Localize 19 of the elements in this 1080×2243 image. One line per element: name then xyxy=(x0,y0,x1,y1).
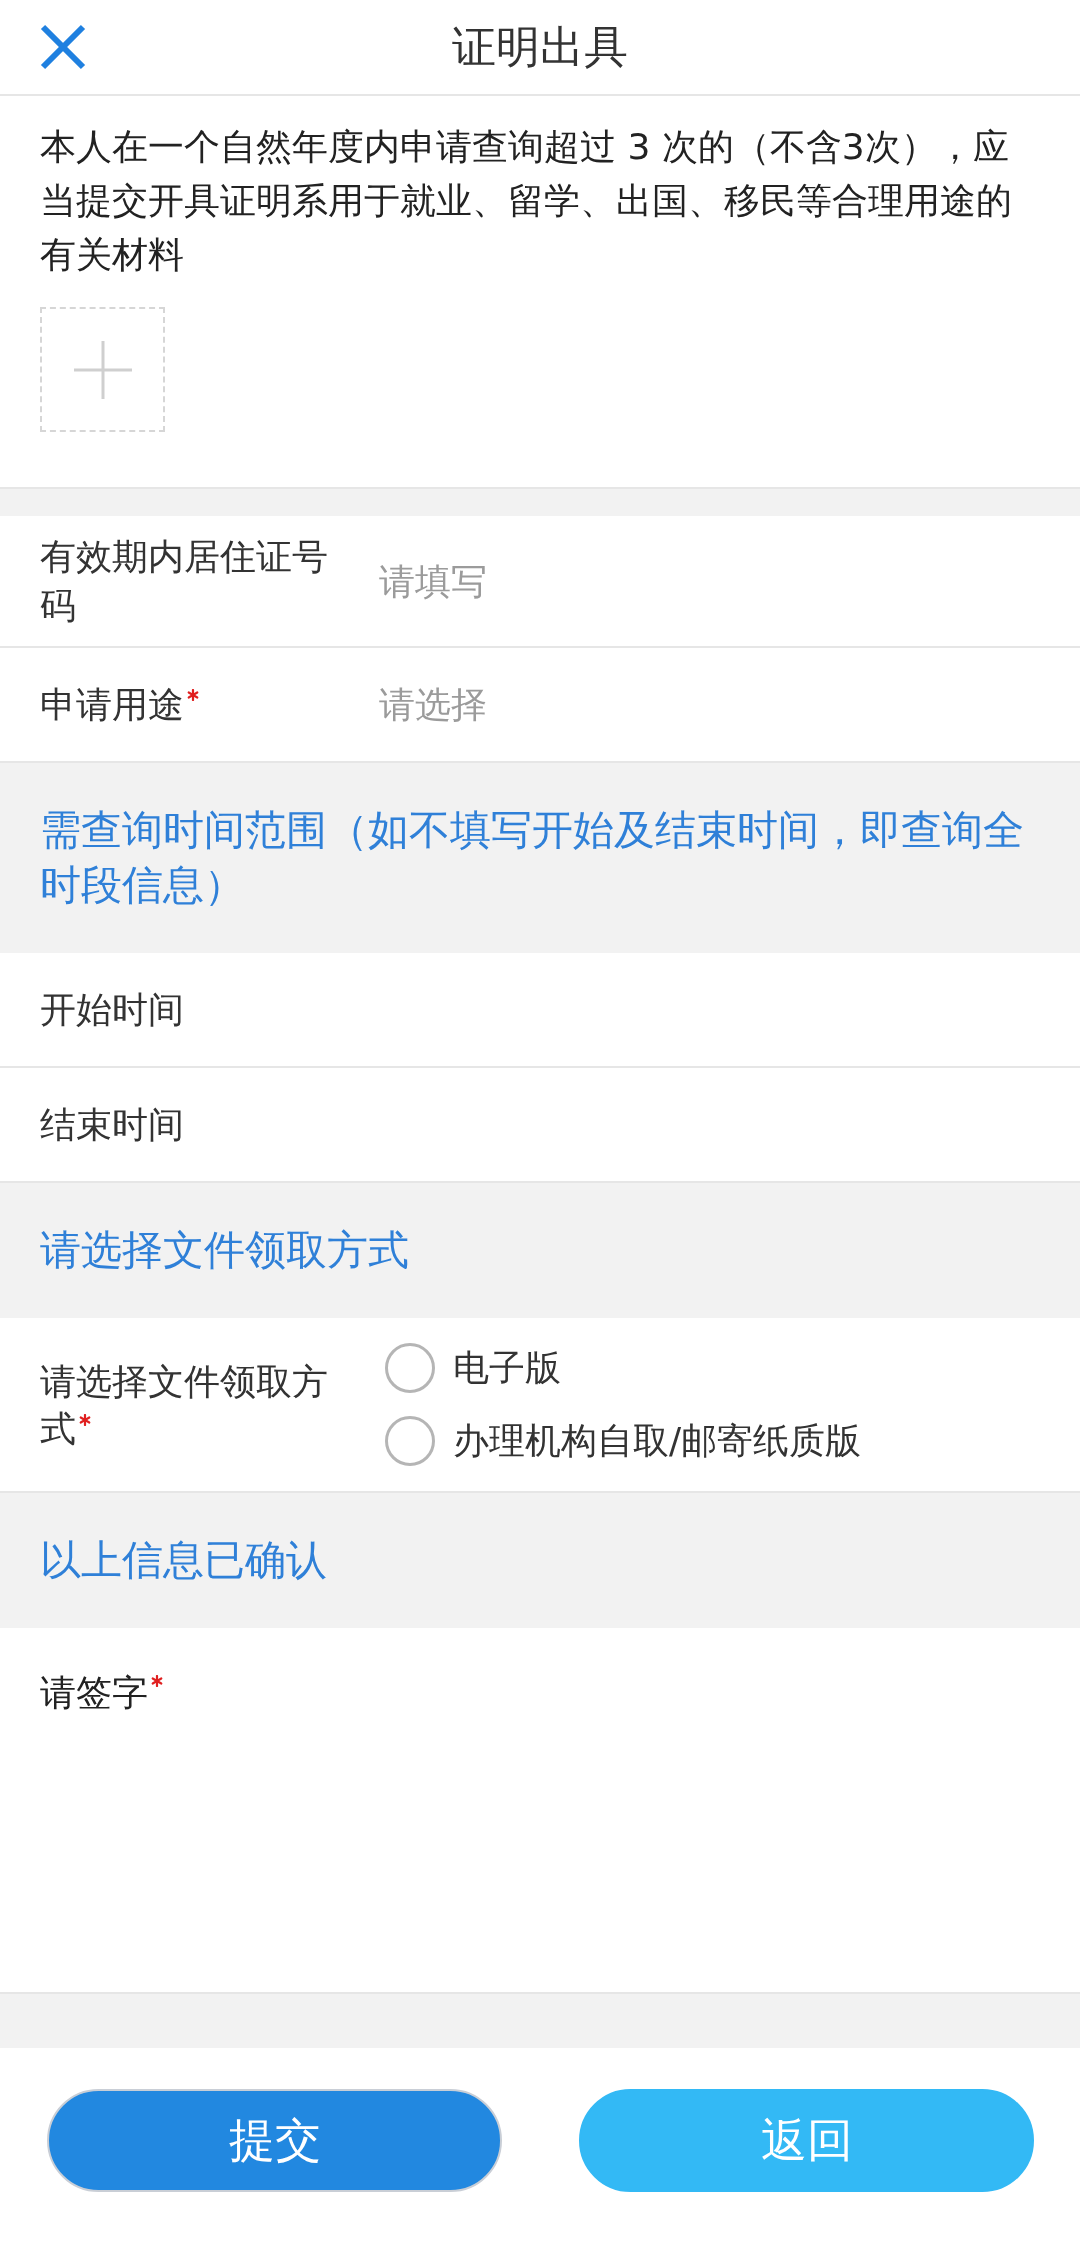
field-label: 开始时间 xyxy=(40,989,184,1030)
field-label: 请签字 xyxy=(40,1672,148,1713)
field-label: 结束时间 xyxy=(40,1104,184,1145)
field-label: 申请用途 xyxy=(40,684,184,725)
notice-text: 本人在一个自然年度内申请查询超过 3 次的（不含3次），应当提交开具证明系用于就业、留学、出国、移民等合理用途的有关材料 xyxy=(40,125,1013,277)
radio-option[interactable]: 办理机构自取/邮寄纸质版 xyxy=(385,1416,862,1466)
close-icon xyxy=(40,24,86,70)
plus-icon xyxy=(73,340,132,399)
section-heading: 请选择文件领取方式 xyxy=(40,1226,409,1274)
field-label: 有效期内居住证号码 xyxy=(40,536,328,626)
section-heading: 以上信息已确认 xyxy=(40,1536,327,1584)
signature-pad[interactable]: 请签字 xyxy=(0,1628,1080,1994)
submit-button[interactable]: 提交 xyxy=(47,2089,502,2192)
page-title: 证明出具 xyxy=(452,20,628,74)
section-heading: 需查询时间范围（如不填写开始及结束时间，即查询全时段信息） xyxy=(40,806,1024,909)
close-button[interactable] xyxy=(40,24,86,70)
radio-option[interactable]: 电子版 xyxy=(385,1343,862,1393)
field-label: 请选择文件领取方式 xyxy=(40,1360,328,1449)
text-input[interactable]: 请填写 xyxy=(379,556,1040,606)
